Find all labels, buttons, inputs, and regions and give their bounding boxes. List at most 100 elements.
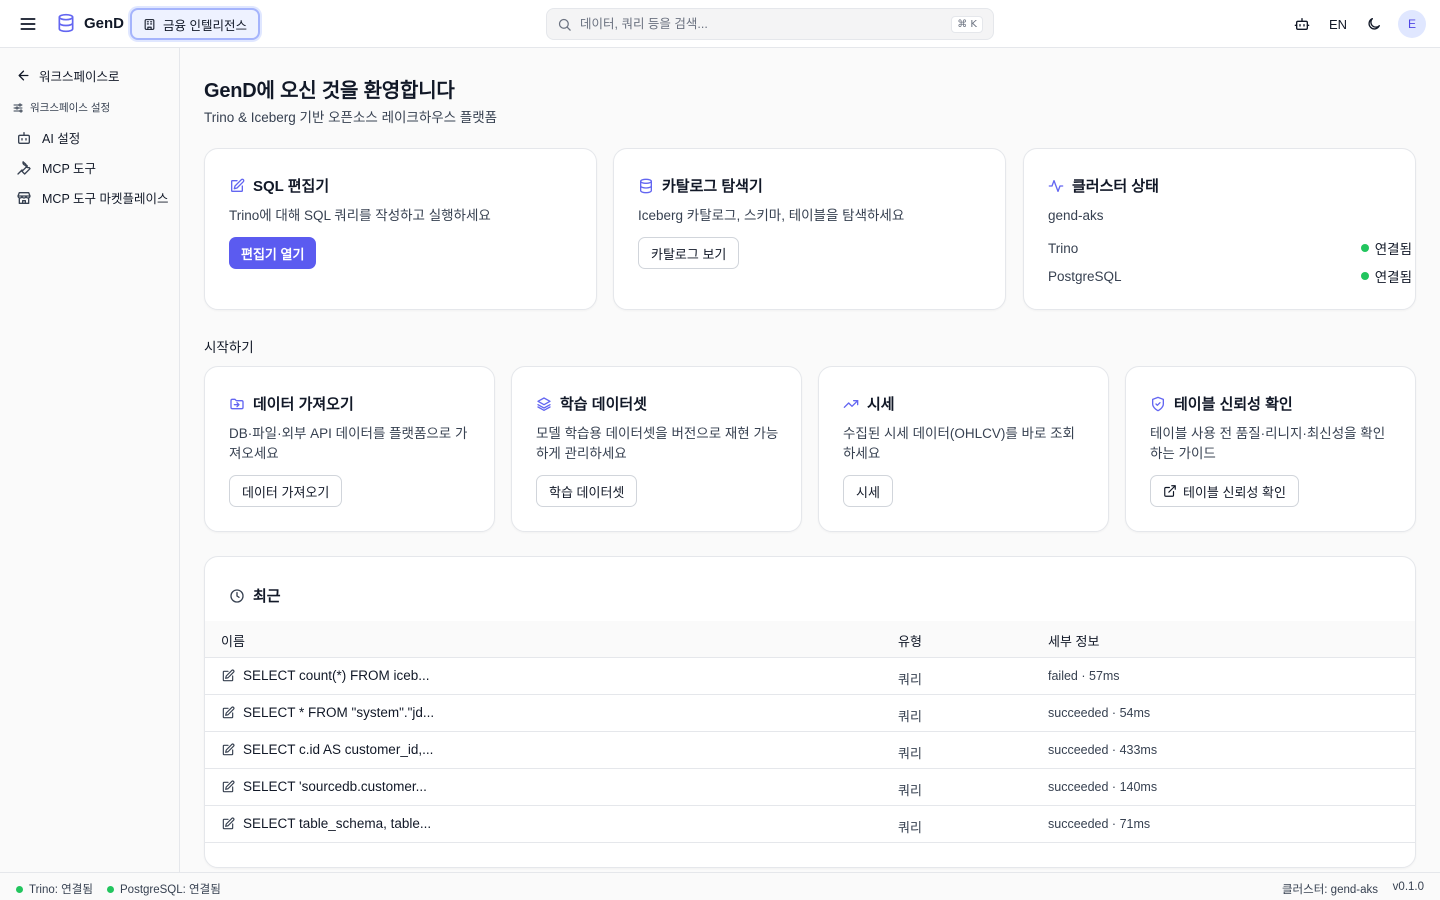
- edit-icon: [221, 669, 235, 683]
- training-dataset-card: 학습 데이터셋 모델 학습용 데이터셋을 버전으로 재현 가능 하게 관리하세요…: [511, 366, 802, 532]
- status-bar: Trino: 연결됨 PostgreSQL: 연결됨 클러스터: gend-ak…: [0, 872, 1440, 900]
- catalog-explorer-card: 카탈로그 탐색기 Iceberg 카탈로그, 스키마, 테이블을 탐색하세요 카…: [613, 148, 1006, 310]
- status-dot: [107, 885, 114, 893]
- open-editor-button[interactable]: 편집기 열기: [229, 237, 317, 269]
- row-detail: succeeded · 71ms: [1048, 817, 1151, 831]
- brand-logo[interactable]: GenD: [56, 13, 124, 33]
- building-icon: [143, 18, 156, 31]
- domain-label: 금융 인텔리전스: [163, 18, 247, 33]
- status-row-postgresql: PostgreSQL 연결됨: [1048, 266, 1412, 286]
- status-value: 연결됨: [1374, 242, 1412, 257]
- table-trust-card: 테이블 신뢰성 확인 테이블 사용 전 품질·리니지·최신성을 확인 하는 가이…: [1125, 366, 1416, 532]
- view-catalog-button[interactable]: 카탈로그 보기: [638, 237, 740, 269]
- postgres-status: PostgreSQL: 연결됨: [107, 881, 221, 897]
- row-name: SELECT c.id AS customer_id,...: [243, 742, 434, 757]
- row-detail: failed · 57ms: [1048, 669, 1120, 683]
- layers-icon: [536, 396, 552, 412]
- back-to-workspace[interactable]: 워크스페이스로: [16, 66, 120, 85]
- sidebar-section-label: 워크스페이스 설정: [30, 102, 111, 114]
- row-detail: succeeded · 433ms: [1048, 743, 1158, 757]
- page-title: GenD에 오신 것을 환영합니다: [204, 80, 455, 102]
- sidebar-item-mcp-tools[interactable]: MCP 도구: [16, 158, 96, 177]
- row-name: SELECT * FROM "system"."jd...: [243, 705, 435, 720]
- edit-icon: [221, 706, 235, 720]
- search-icon: [557, 17, 572, 32]
- sidebar-item-mcp-marketplace[interactable]: MCP 도구 마켓플레이스: [16, 188, 169, 207]
- status-dot: [1360, 244, 1369, 252]
- language-toggle[interactable]: EN: [1320, 10, 1356, 38]
- theme-toggle[interactable]: [1356, 10, 1392, 38]
- sidebar-item-label: MCP 도구: [42, 162, 97, 176]
- card-title: 테이블 신뢰성 확인: [1174, 396, 1293, 413]
- sliders-icon: [12, 102, 24, 114]
- sidebar-item-ai-settings[interactable]: AI 설정: [16, 128, 80, 147]
- global-search[interactable]: ⌘ K: [546, 8, 994, 40]
- domain-selector[interactable]: 금융 인텔리전스: [130, 8, 260, 40]
- card-title: 카탈로그 탐색기: [662, 178, 763, 195]
- menu-icon[interactable]: [18, 14, 38, 34]
- trino-status-label: Trino: 연결됨: [29, 884, 93, 896]
- market-price-card: 시세 수집된 시세 데이터(OHLCV)를 바로 조회 하세요 시세: [818, 366, 1109, 532]
- card-title: 데이터 가져오기: [253, 396, 354, 413]
- shield-check-icon: [1150, 396, 1166, 412]
- card-description: Trino에 대해 SQL 쿼리를 작성하고 실행하세요: [229, 208, 491, 223]
- external-link-icon: [1163, 484, 1177, 498]
- brand-name: GenD: [84, 14, 125, 32]
- row-type: 쿼리: [898, 820, 922, 835]
- back-label: 워크스페이스로: [39, 70, 120, 84]
- row-type: 쿼리: [898, 709, 922, 724]
- market-price-button[interactable]: 시세: [843, 475, 893, 507]
- user-avatar[interactable]: E: [1398, 10, 1426, 38]
- search-shortcut: ⌘ K: [951, 15, 983, 33]
- table-row[interactable]: SELECT c.id AS customer_id,... 쿼리 succee…: [205, 732, 1415, 769]
- folder-import-icon: [229, 396, 245, 412]
- import-data-button[interactable]: 데이터 가져오기: [229, 475, 343, 507]
- card-title: 클러스터 상태: [1072, 178, 1159, 195]
- version-label: v0.1.0: [1392, 881, 1424, 893]
- top-bar: GenD 금융 인텔리전스 ⌘ K EN E: [0, 0, 1440, 48]
- import-data-card: 데이터 가져오기 DB·파일·외부 API 데이터를 플랫폼으로 가 져오세요 …: [204, 366, 495, 532]
- column-header-name: 이름: [221, 634, 245, 649]
- row-name: SELECT count(*) FROM iceb...: [243, 668, 430, 683]
- card-description: 모델 학습용 데이터셋을 버전으로 재현 가능 하게 관리하세요: [536, 426, 779, 461]
- table-header: 이름 유형 세부 정보: [205, 621, 1415, 658]
- search-input[interactable]: [580, 17, 944, 31]
- cluster-label: 클러스터: gend-aks: [1281, 884, 1378, 896]
- trino-status: Trino: 연결됨: [16, 881, 93, 897]
- card-title: 시세: [867, 396, 895, 413]
- status-row-trino: Trino 연결됨: [1048, 238, 1412, 258]
- edit-icon: [221, 780, 235, 794]
- activity-icon: [1048, 178, 1064, 194]
- sql-editor-card: SQL 편집기 Trino에 대해 SQL 쿼리를 작성하고 실행하세요 편집기…: [204, 148, 597, 310]
- table-row[interactable]: SELECT * FROM "system"."jd... 쿼리 succeed…: [205, 695, 1415, 732]
- database-icon: [638, 178, 654, 194]
- wrench-icon: [16, 160, 32, 176]
- database-icon: [56, 13, 76, 33]
- ai-assistant-button[interactable]: [1284, 10, 1320, 38]
- cluster-status-card: 클러스터 상태 gend-aks Trino 연결됨 PostgreSQL 연결…: [1023, 148, 1416, 310]
- edit-icon: [221, 817, 235, 831]
- postgres-status-label: PostgreSQL: 연결됨: [120, 884, 221, 896]
- card-description: 테이블 사용 전 품질·리니지·최신성을 확인 하는 가이드: [1150, 426, 1386, 461]
- arrow-left-icon: [16, 68, 31, 83]
- store-icon: [16, 190, 32, 206]
- table-row[interactable]: SELECT 'sourcedb.customer... 쿼리 succeede…: [205, 769, 1415, 806]
- main-content: GenD에 오신 것을 환영합니다 Trino & Iceberg 기반 오픈소…: [180, 48, 1440, 872]
- trending-up-icon: [843, 396, 859, 412]
- status-label: PostgreSQL: [1048, 268, 1122, 284]
- sidebar-section-header: 워크스페이스 설정: [12, 100, 110, 115]
- getting-started-label: 시작하기: [204, 340, 254, 355]
- table-row[interactable]: SELECT table_schema, table... 쿼리 succeed…: [205, 806, 1415, 843]
- status-dot: [1360, 272, 1369, 280]
- status-dot: [16, 885, 23, 893]
- row-type: 쿼리: [898, 783, 922, 798]
- table-trust-button[interactable]: 테이블 신뢰성 확인: [1150, 475, 1299, 507]
- recent-title: 최근: [253, 588, 281, 605]
- training-dataset-button[interactable]: 학습 데이터셋: [536, 475, 638, 507]
- row-name: SELECT 'sourcedb.customer...: [243, 779, 427, 794]
- card-description: Iceberg 카탈로그, 스키마, 테이블을 탐색하세요: [638, 208, 905, 223]
- edit-icon: [221, 743, 235, 757]
- status-label: Trino: [1048, 240, 1079, 256]
- table-row[interactable]: SELECT count(*) FROM iceb... 쿼리 failed ·…: [205, 658, 1415, 695]
- recent-card: 최근 이름 유형 세부 정보 SELECT count(*) FROM iceb…: [204, 556, 1416, 868]
